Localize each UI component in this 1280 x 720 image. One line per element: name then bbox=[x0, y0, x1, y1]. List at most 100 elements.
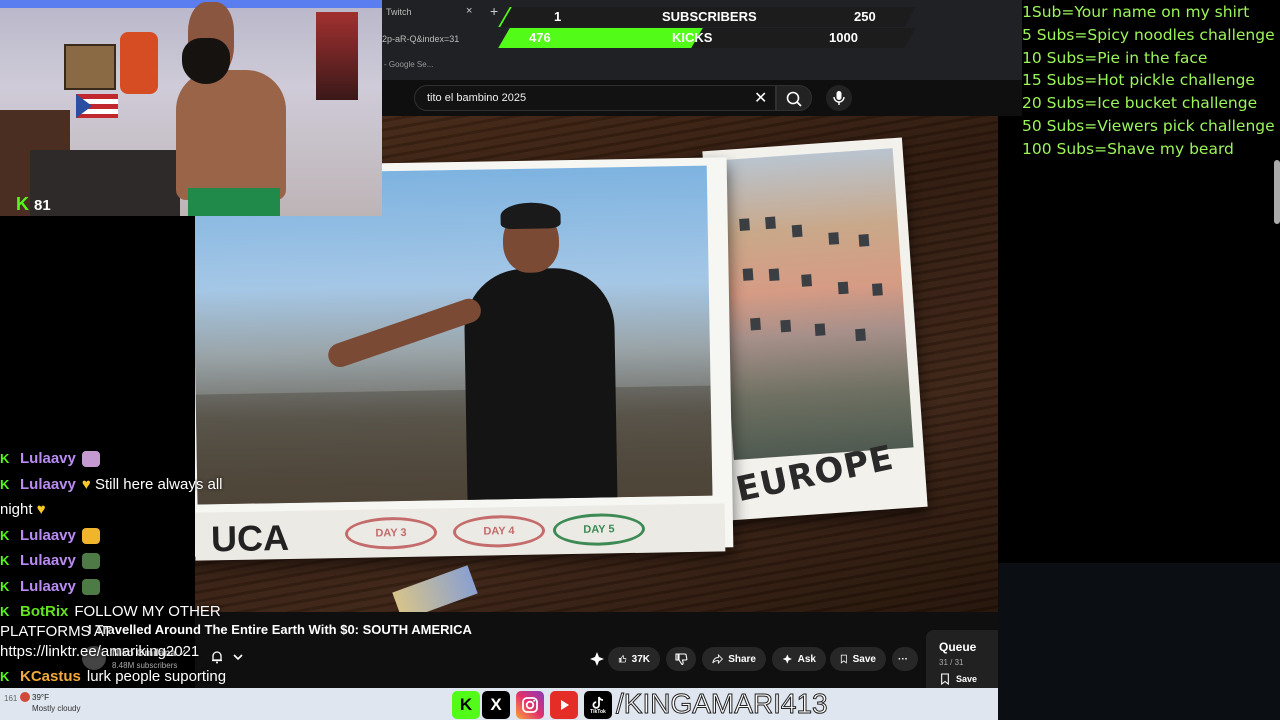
chat-text: PLATFORMS AT bbox=[0, 622, 112, 640]
chat-username: Lulaavy bbox=[20, 552, 76, 569]
subscribers-current: 1 bbox=[554, 9, 562, 24]
kick-badge-icon: K bbox=[0, 578, 10, 594]
kick-badge-icon: K bbox=[0, 553, 10, 568]
weather-badge: 161 bbox=[4, 694, 18, 703]
kick-badge-icon: K bbox=[0, 527, 10, 543]
crowd-photo bbox=[195, 165, 713, 505]
ask-label: Ask bbox=[797, 653, 816, 665]
chat-username: Lulaavy bbox=[20, 577, 76, 595]
chat-text: lurk people suporting bbox=[86, 668, 227, 685]
chat-message: PLATFORMS AT bbox=[0, 622, 265, 640]
queue-save-label: Save bbox=[956, 674, 978, 684]
yellow-heart-icon: ♥ bbox=[36, 501, 46, 518]
streamer-handle: /KINGAMARI413 bbox=[616, 688, 829, 720]
polaroid-south-america bbox=[195, 157, 734, 557]
queue-title: Queue bbox=[939, 640, 977, 654]
chat-username: Lulaavy bbox=[20, 450, 76, 467]
x-logo-icon: X bbox=[482, 691, 510, 719]
scrollbar-thumb[interactable] bbox=[1274, 160, 1280, 224]
search-icon bbox=[786, 91, 802, 107]
queue-save-button[interactable]: Save bbox=[940, 673, 977, 685]
url-bar-fragment[interactable]: 2p-aR-Q&index=31 bbox=[382, 34, 459, 44]
weather-temperature[interactable]: 39°F bbox=[32, 693, 49, 702]
chat-message: K Lulaavy ♥ Still here always all bbox=[0, 472, 265, 498]
microphone-icon bbox=[833, 91, 845, 105]
browser-tab[interactable]: Twitch × + bbox=[382, 0, 502, 26]
chat-username: Lulaavy bbox=[20, 526, 76, 544]
weather-icon[interactable] bbox=[20, 692, 30, 702]
bookmark-icon bbox=[941, 673, 949, 685]
instagram-icon bbox=[516, 691, 544, 719]
hanging-shirt bbox=[120, 32, 158, 94]
thumbs-up-icon bbox=[618, 655, 627, 663]
ask-button[interactable]: Ask bbox=[772, 647, 826, 671]
search-button[interactable] bbox=[776, 85, 812, 111]
more-actions-button[interactable]: ··· bbox=[892, 647, 918, 671]
day-stamps-strip: UCA DAY 3 DAY 4 DAY 5 bbox=[195, 503, 726, 561]
sub-goal-item: 20 Subs=Ice bucket challenge bbox=[1022, 94, 1258, 113]
chat-overlay: K Lulaavy K Lulaavy ♥ Still here always all… bbox=[0, 446, 265, 696]
like-button[interactable]: 37K bbox=[608, 647, 660, 671]
day-stamp: DAY 5 bbox=[552, 512, 646, 547]
sub-goal-item: 15 Subs=Hot pickle challenge bbox=[1022, 71, 1255, 90]
chat-username: Lulaavy bbox=[20, 475, 76, 493]
chat-message: night ♥ bbox=[0, 497, 265, 523]
save-button[interactable]: Save bbox=[830, 647, 886, 671]
kicks-current: 476 bbox=[529, 30, 551, 45]
chat-message: K Lulaavy bbox=[0, 446, 265, 472]
viewer-count-badge: K 81 bbox=[16, 194, 51, 215]
voice-search-button[interactable] bbox=[826, 85, 852, 111]
kick-badge-icon: K bbox=[0, 669, 10, 684]
tiktok-logo-icon: TikTok bbox=[584, 691, 612, 719]
kicks-label: KICKS bbox=[672, 30, 713, 45]
chat-text: night bbox=[0, 501, 33, 518]
bookmark-item[interactable]: - Google Se... bbox=[384, 60, 433, 69]
chat-username: BotRix bbox=[20, 603, 69, 620]
sparkle-icon[interactable] bbox=[589, 651, 605, 667]
search-input[interactable]: tito el bambino 2025 bbox=[414, 85, 776, 111]
chat-message: K KCastus lurk people suporting bbox=[0, 664, 265, 690]
empty-panel bbox=[998, 563, 1280, 720]
dislike-button[interactable] bbox=[666, 647, 696, 671]
kick-logo-icon: K bbox=[452, 691, 480, 719]
day-stamp: DAY 4 bbox=[452, 514, 546, 549]
yellow-heart-icon: ♥ bbox=[81, 475, 91, 493]
tab-title: Twitch bbox=[386, 7, 412, 17]
kicks-target: 1000 bbox=[829, 30, 858, 45]
sub-goal-item: 1Sub=Your name on my shirt bbox=[1022, 3, 1250, 21]
tiktok-label: TikTok bbox=[590, 708, 606, 715]
weather-description: Mostly cloudy bbox=[32, 704, 81, 713]
sub-goals-list: 1Sub=Your name on my shirt 5 Subs=Spicy … bbox=[1022, 0, 1280, 161]
panda-poster bbox=[316, 12, 358, 100]
like-count: 37K bbox=[631, 653, 650, 665]
chat-username: KCastus bbox=[20, 668, 81, 685]
chat-message: K Lulaavy bbox=[0, 523, 265, 549]
kick-logo-icon: K bbox=[16, 194, 29, 214]
viewer-count: 81 bbox=[34, 197, 51, 214]
chat-text: Still here always all bbox=[94, 475, 223, 493]
chat-message: K Lulaavy bbox=[0, 548, 265, 574]
save-label: Save bbox=[852, 653, 876, 665]
share-button[interactable]: Share bbox=[702, 647, 766, 671]
puerto-rico-flag bbox=[76, 94, 118, 118]
kick-badge-icon: K bbox=[0, 451, 10, 466]
thumbs-down-icon bbox=[675, 653, 688, 666]
x-letter: X bbox=[490, 695, 502, 714]
kick-letter: K bbox=[459, 695, 473, 714]
goal-bar: 1 SUBSCRIBERS 250 476 KICKS 1000 bbox=[498, 4, 916, 48]
chat-message: K Lulaavy bbox=[0, 574, 265, 600]
chat-message: K BotRix FOLLOW MY OTHER bbox=[0, 599, 265, 625]
webcam-feed bbox=[0, 0, 382, 216]
sidebar-panel bbox=[1077, 160, 1280, 562]
chat-link[interactable]: https://linktr.ee/amariking2021 bbox=[0, 643, 199, 660]
subscribers-label: SUBSCRIBERS bbox=[662, 9, 757, 24]
sub-goal-item: 5 Subs=Spicy noodles challenge bbox=[1022, 25, 1275, 44]
clear-search-icon[interactable]: ✕ bbox=[754, 88, 767, 108]
chat-text: FOLLOW MY OTHER bbox=[74, 603, 221, 620]
tab-close-icon[interactable]: × bbox=[466, 5, 472, 17]
queue-count: 31 / 31 bbox=[939, 658, 964, 667]
youtube-logo-icon bbox=[550, 691, 578, 719]
new-tab-icon[interactable]: + bbox=[490, 3, 498, 19]
sparkle-icon bbox=[782, 654, 792, 664]
kick-badge-icon: K bbox=[0, 476, 10, 492]
